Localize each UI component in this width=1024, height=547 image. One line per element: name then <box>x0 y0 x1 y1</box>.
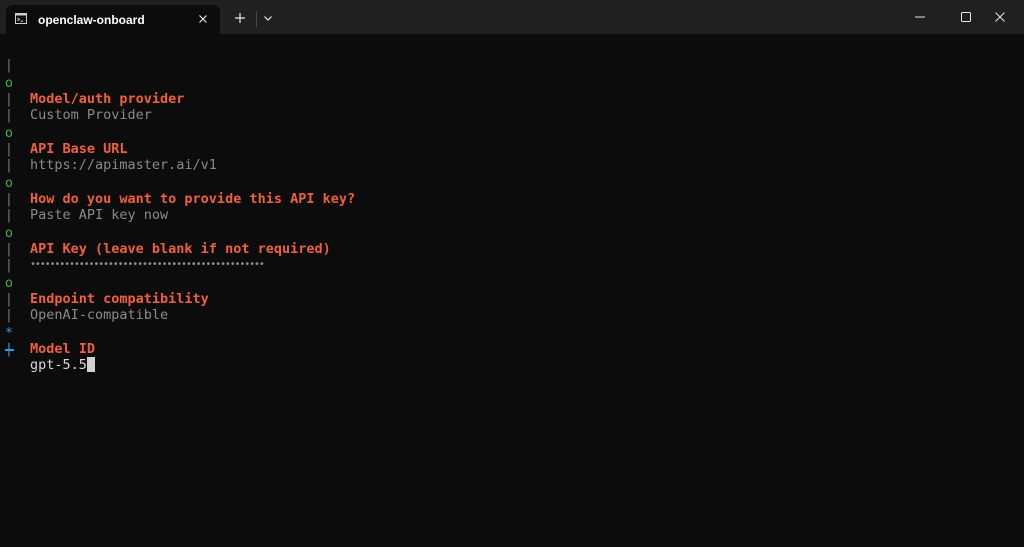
close-icon <box>995 12 1005 22</box>
answer-row: | Paste API key now <box>0 175 168 223</box>
answer-value: OpenAI-compatible <box>30 307 169 323</box>
prompt-row: o API Base URL <box>0 109 128 157</box>
prompt-row: o How do you want to provide this API ke… <box>0 159 355 207</box>
prompt-row: o API Key (leave blank if not required) <box>0 209 331 257</box>
close-window-button[interactable] <box>978 0 1024 34</box>
model-id-value: gpt-5.5 <box>30 357 87 373</box>
minimize-icon <box>915 16 925 18</box>
gutter-row: | <box>0 41 49 73</box>
tab-openclaw-onboard[interactable]: openclaw-onboard <box>6 5 220 34</box>
input-row[interactable]: | gpt-5.5 <box>0 325 95 373</box>
plus-icon <box>235 13 245 23</box>
answer-row: | https://apimaster.ai/v1 <box>0 125 217 173</box>
prompt-label: How do you want to provide this API key? <box>30 191 356 207</box>
gutter-row: | <box>0 191 49 223</box>
prompt-label: API Key (leave blank if not required) <box>30 241 331 257</box>
prompt-end-marker <box>5 349 14 351</box>
tab-divider <box>256 11 257 27</box>
answer-row: | Custom Provider <box>0 75 152 123</box>
chevron-down-icon <box>264 16 272 21</box>
prompt-row: o Model/auth provider <box>0 59 185 107</box>
gutter-row: | <box>0 291 49 323</box>
answer-value: Paste API key now <box>30 207 169 223</box>
answer-row: | ••••••••••••••••••••••••••••••••••••••… <box>0 225 265 270</box>
new-tab-button[interactable] <box>230 8 250 28</box>
model-id-input[interactable]: gpt-5.5 <box>30 357 95 373</box>
gutter-row: | <box>0 241 49 273</box>
terminal-icon <box>15 13 27 24</box>
answer-value: https://apimaster.ai/v1 <box>30 157 217 173</box>
tab-dropdown-button[interactable] <box>259 9 277 27</box>
answer-row: | OpenAI-compatible <box>0 275 168 323</box>
gutter-row: | <box>0 91 49 123</box>
tab-close-button[interactable] <box>196 12 210 26</box>
tab-title: openclaw-onboard <box>38 13 145 27</box>
title-bar: openclaw-onboard <box>0 0 1024 34</box>
prompt-label: Endpoint compatibility <box>30 291 209 307</box>
prompt-label: Model/auth provider <box>30 91 185 107</box>
terminal-output[interactable]: | o Model/auth provider | Custom Provide… <box>0 34 1024 547</box>
close-icon <box>199 15 207 23</box>
masked-api-key: ••••••••••••••••••••••••••••••••••••••••… <box>30 259 265 270</box>
gutter-row: | <box>0 141 49 173</box>
minimize-button[interactable] <box>898 0 944 34</box>
prompt-row: o Endpoint compatibility <box>0 259 209 307</box>
maximize-icon <box>961 12 971 22</box>
text-cursor <box>86 357 95 372</box>
prompt-row-active: * Model ID <box>0 309 95 357</box>
terminal-window: openclaw-onboard | o Model/auth provider… <box>0 0 1024 547</box>
